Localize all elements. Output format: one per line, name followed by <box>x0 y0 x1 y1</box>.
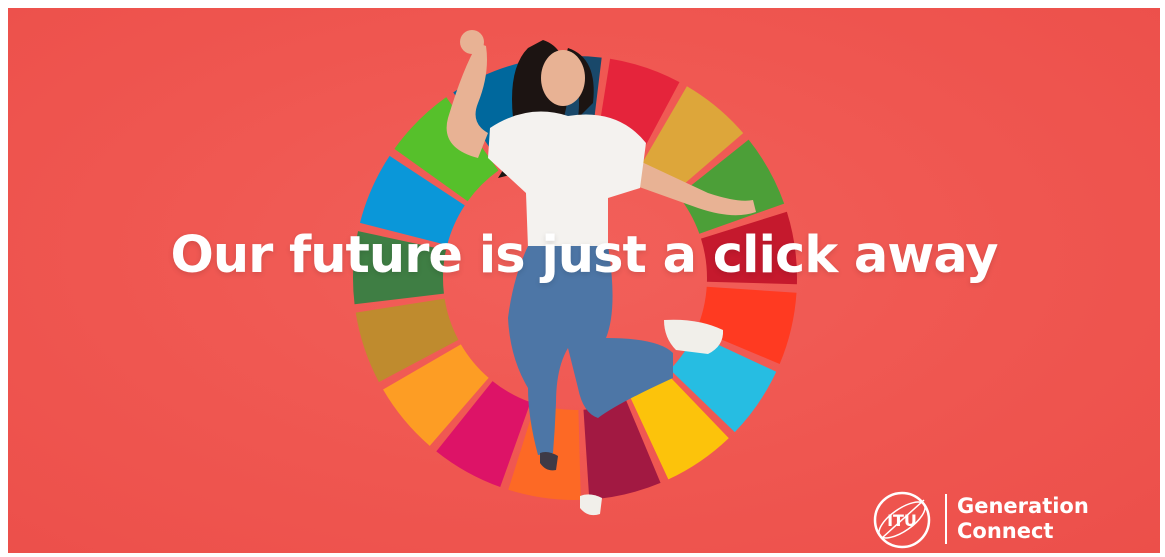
itu-emblem-text: ITU <box>887 511 917 530</box>
itu-generation-connect-logo[interactable]: ITU Generation Connect <box>872 486 1112 552</box>
headline: Our future is just a click away <box>170 226 998 285</box>
hero-banner: Our future is just a click away ITU Gene… <box>8 8 1160 553</box>
logo-line-generation: Generation <box>957 494 1089 518</box>
logo-divider <box>945 494 947 544</box>
logo-line-connect: Connect <box>957 519 1054 543</box>
logo-wordmark: Generation Connect <box>957 494 1089 544</box>
itu-emblem-icon: ITU <box>873 491 931 549</box>
